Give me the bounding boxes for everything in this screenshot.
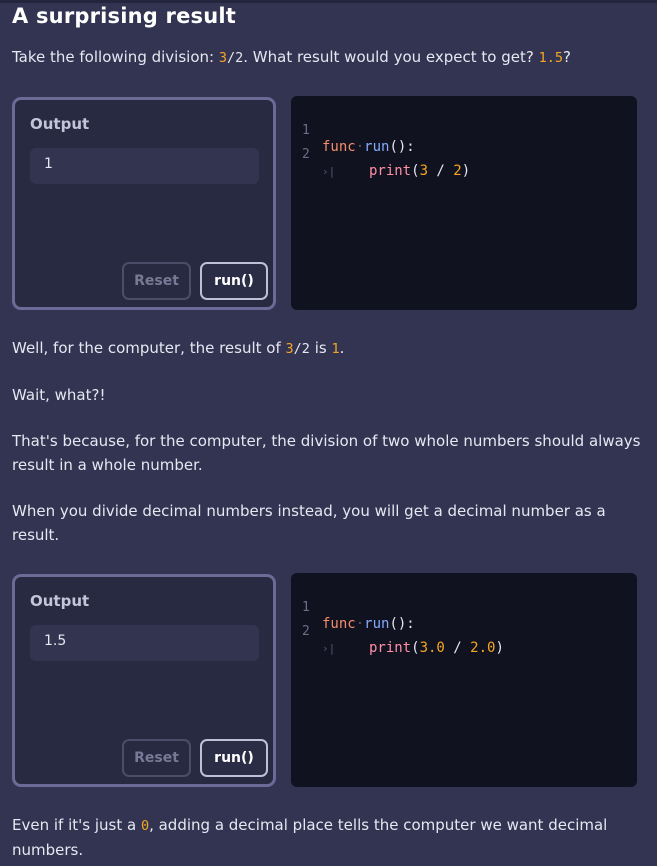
operand-b: 2.0 xyxy=(470,640,496,656)
line-number: 2 xyxy=(302,147,310,162)
final-prefix: Even if it's just a xyxy=(12,816,141,834)
result-expr-a: 3 xyxy=(285,341,294,357)
code-rest: (): xyxy=(389,139,415,155)
operand-a: 3 xyxy=(419,163,428,179)
operator: / xyxy=(444,640,471,656)
output-panel-2: Output 1.5 Reset run() xyxy=(12,574,276,787)
result-value: 1 xyxy=(331,341,340,357)
final-paragraph: Even if it's just a 0, adding a decimal … xyxy=(12,814,642,862)
operator: / xyxy=(428,163,454,179)
result-paragraph: Well, for the computer, the result of 3/… xyxy=(12,337,642,362)
wait-paragraph: Wait, what?! xyxy=(12,386,106,404)
tab-indent-icon: ›| xyxy=(322,165,336,178)
because-paragraph: That's because, for the computer, the di… xyxy=(12,432,641,474)
output-panel-1: Output 1 Reset run() xyxy=(12,97,276,310)
keyword-func: func xyxy=(322,139,356,155)
intro-expr-a: 3 xyxy=(218,50,227,66)
result-middle: is xyxy=(309,339,332,357)
intro-suffix: ? xyxy=(562,48,571,66)
result-expr-op: /2 xyxy=(293,341,310,357)
code-editor-1[interactable]: 1 func·run(): 2 ›| print(3 / 2) xyxy=(291,96,637,310)
line-number: 2 xyxy=(302,624,310,639)
paren-close: ) xyxy=(461,163,471,179)
print-call: print xyxy=(368,640,412,656)
result-suffix: . xyxy=(339,339,345,357)
output-title: Output xyxy=(30,592,90,610)
code-rest: (): xyxy=(389,616,415,632)
intro-expected: 1.5 xyxy=(538,50,563,66)
result-prefix: Well, for the computer, the result of xyxy=(12,339,286,357)
intro-middle: . What result would you expect to get? xyxy=(243,48,539,66)
run-button[interactable]: run() xyxy=(200,262,268,300)
output-value: 1.5 xyxy=(30,625,259,661)
code-line: 1 func·run(): xyxy=(302,123,415,155)
tab-indent-icon: ›| xyxy=(322,642,336,655)
output-title: Output xyxy=(30,115,90,133)
code-line: 1 func·run(): xyxy=(302,600,415,632)
keyword-func: func xyxy=(322,616,356,632)
function-name: run xyxy=(364,139,390,155)
reset-button[interactable]: Reset xyxy=(122,262,191,300)
code-line: 2 ›| print(3 / 2) xyxy=(291,131,470,179)
intro-paragraph: Take the following division: 3/2. What r… xyxy=(12,46,642,71)
intro-expr-op: /2 xyxy=(226,50,244,66)
top-divider xyxy=(0,0,657,3)
function-name: run xyxy=(364,616,390,632)
reset-button[interactable]: Reset xyxy=(122,739,191,777)
operand-a: 3.0 xyxy=(419,640,445,656)
code-editor-2[interactable]: 1 func·run(): 2 ›| print(3.0 / 2.0) xyxy=(291,573,637,787)
decimal-paragraph: When you divide decimal numbers instead,… xyxy=(12,502,606,544)
operand-b: 2 xyxy=(453,163,462,179)
output-value: 1 xyxy=(30,148,259,184)
intro-prefix: Take the following division: xyxy=(12,48,219,66)
paren-open: ( xyxy=(411,163,420,179)
run-button[interactable]: run() xyxy=(200,739,268,777)
code-line: 2 ›| print(3.0 / 2.0) xyxy=(291,608,504,656)
paren-open: ( xyxy=(411,640,420,656)
print-call: print xyxy=(368,163,412,179)
final-zero: 0 xyxy=(140,818,150,834)
page-title: A surprising result xyxy=(12,4,237,28)
paren-close: ) xyxy=(495,640,504,656)
